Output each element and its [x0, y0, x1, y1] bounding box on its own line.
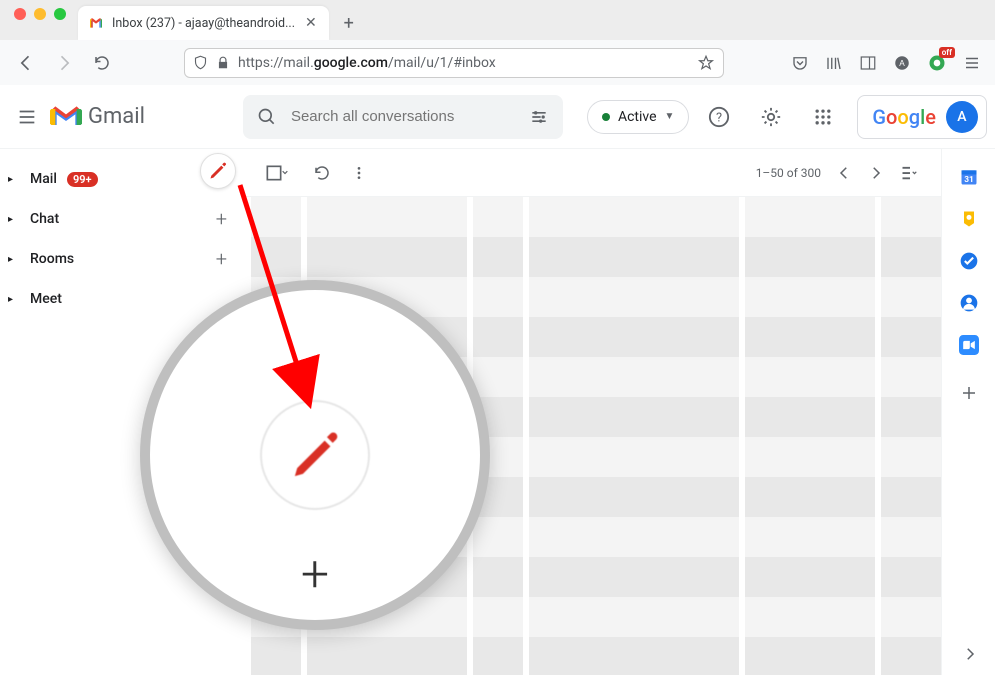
bookmark-star-icon[interactable] — [697, 54, 715, 72]
avatar: A — [946, 101, 978, 133]
back-button[interactable] — [14, 51, 38, 75]
refresh-button[interactable] — [313, 164, 331, 182]
prev-page-button[interactable] — [835, 164, 853, 182]
mail-toolbar: 1–50 of 300 — [245, 149, 941, 197]
contacts-icon[interactable] — [959, 293, 979, 313]
add-addon-icon[interactable] — [959, 383, 979, 403]
gmail-header: Gmail Active ▼ ? Google A — [0, 85, 995, 149]
status-dot-icon — [602, 113, 610, 121]
pencil-icon — [288, 428, 343, 483]
chevron-down-icon: ▼ — [665, 111, 675, 122]
google-wordmark: Google — [872, 105, 936, 129]
pencil-icon — [208, 161, 228, 181]
shield-icon — [193, 55, 208, 70]
search-options-icon[interactable] — [529, 107, 549, 127]
window-close-button[interactable] — [14, 8, 26, 20]
settings-gear-icon[interactable] — [753, 99, 789, 135]
chevron-right-icon: ▸ — [8, 294, 20, 305]
mail-row[interactable] — [245, 237, 941, 277]
support-icon[interactable]: ? — [701, 99, 737, 135]
library-icon[interactable] — [825, 54, 843, 72]
tab-title: Inbox (237) - ajaay@theandroid... — [112, 16, 295, 31]
annotation-magnifier: + — [140, 280, 490, 630]
magnified-compose-button — [260, 400, 370, 510]
tab-strip: Inbox (237) - ajaay@theandroid... ✕ + — [0, 0, 995, 40]
sidebar-item-label: Mail — [30, 171, 57, 187]
search-input[interactable] — [291, 108, 515, 125]
sidebar-item-rooms[interactable]: ▸ Rooms + — [0, 239, 245, 279]
add-room-icon[interactable]: + — [216, 247, 227, 271]
gmail-brand-text: Gmail — [88, 104, 145, 129]
status-chip[interactable]: Active ▼ — [587, 100, 689, 134]
mail-row[interactable] — [245, 637, 941, 675]
next-page-button[interactable] — [867, 164, 885, 182]
keep-icon[interactable] — [959, 209, 979, 229]
add-chat-icon[interactable]: + — [216, 207, 227, 231]
svg-text:?: ? — [716, 110, 722, 125]
address-bar-row: https://mail.google.com/mail/u/1/#inbox … — [0, 40, 995, 85]
browser-menu-icon[interactable] — [963, 54, 981, 72]
window-minimize-button[interactable] — [34, 8, 46, 20]
apps-grid-icon[interactable] — [805, 99, 841, 135]
extension-badge: off — [939, 47, 955, 58]
svg-text:31: 31 — [964, 175, 974, 185]
header-right: ? Google A — [701, 95, 987, 139]
side-panel-toggle[interactable] — [961, 645, 979, 663]
tasks-icon[interactable] — [959, 251, 979, 271]
sidebar-item-label: Rooms — [30, 251, 74, 267]
mail-row[interactable] — [245, 197, 941, 237]
status-label: Active — [618, 109, 657, 125]
side-panel: 31 — [941, 149, 995, 675]
account-icon[interactable]: A — [893, 54, 911, 72]
search-box[interactable] — [243, 95, 563, 139]
density-toggle-icon[interactable] — [899, 164, 921, 182]
extension-icon[interactable]: off — [927, 53, 947, 73]
main-menu-button[interactable] — [16, 97, 38, 137]
more-actions-icon[interactable] — [351, 165, 367, 181]
compose-button[interactable] — [200, 153, 236, 189]
zoom-app-icon[interactable] — [959, 335, 979, 355]
chevron-right-icon: ▸ — [8, 174, 20, 185]
tab-close-button[interactable]: ✕ — [303, 15, 319, 31]
window-zoom-button[interactable] — [54, 8, 66, 20]
sidebar-item-label: Chat — [30, 211, 59, 227]
window-controls — [10, 8, 78, 32]
chevron-right-icon: ▸ — [8, 254, 20, 265]
calendar-icon[interactable]: 31 — [959, 167, 979, 187]
sidebar-item-meet[interactable]: ▸ Meet — [0, 279, 245, 319]
browser-chrome: Inbox (237) - ajaay@theandroid... ✕ + ht… — [0, 0, 995, 85]
mail-count-badge: 99+ — [67, 172, 98, 187]
select-all-checkbox[interactable] — [265, 163, 293, 183]
search-icon — [257, 107, 277, 127]
compose-column — [200, 149, 236, 189]
pagination-label: 1–50 of 300 — [756, 166, 821, 180]
sidebar-item-chat[interactable]: ▸ Chat + — [0, 199, 245, 239]
browser-tab[interactable]: Inbox (237) - ajaay@theandroid... ✕ — [78, 6, 329, 40]
gmail-favicon — [88, 15, 104, 31]
chevron-right-icon: ▸ — [8, 214, 20, 225]
google-account-chip[interactable]: Google A — [857, 95, 987, 139]
magnified-plus-icon: + — [301, 546, 329, 604]
svg-text:A: A — [899, 59, 905, 68]
reader-icon[interactable] — [859, 54, 877, 72]
browser-right-icons: A off — [791, 53, 981, 73]
url-text: https://mail.google.com/mail/u/1/#inbox — [238, 55, 496, 71]
gmail-logo[interactable]: Gmail — [50, 104, 145, 129]
lock-icon — [216, 56, 230, 70]
pocket-icon[interactable] — [791, 54, 809, 72]
new-tab-button[interactable]: + — [335, 9, 363, 37]
address-bar[interactable]: https://mail.google.com/mail/u/1/#inbox — [184, 48, 724, 78]
forward-button[interactable] — [52, 51, 76, 75]
reload-button[interactable] — [90, 51, 114, 75]
sidebar-item-label: Meet — [30, 291, 62, 307]
